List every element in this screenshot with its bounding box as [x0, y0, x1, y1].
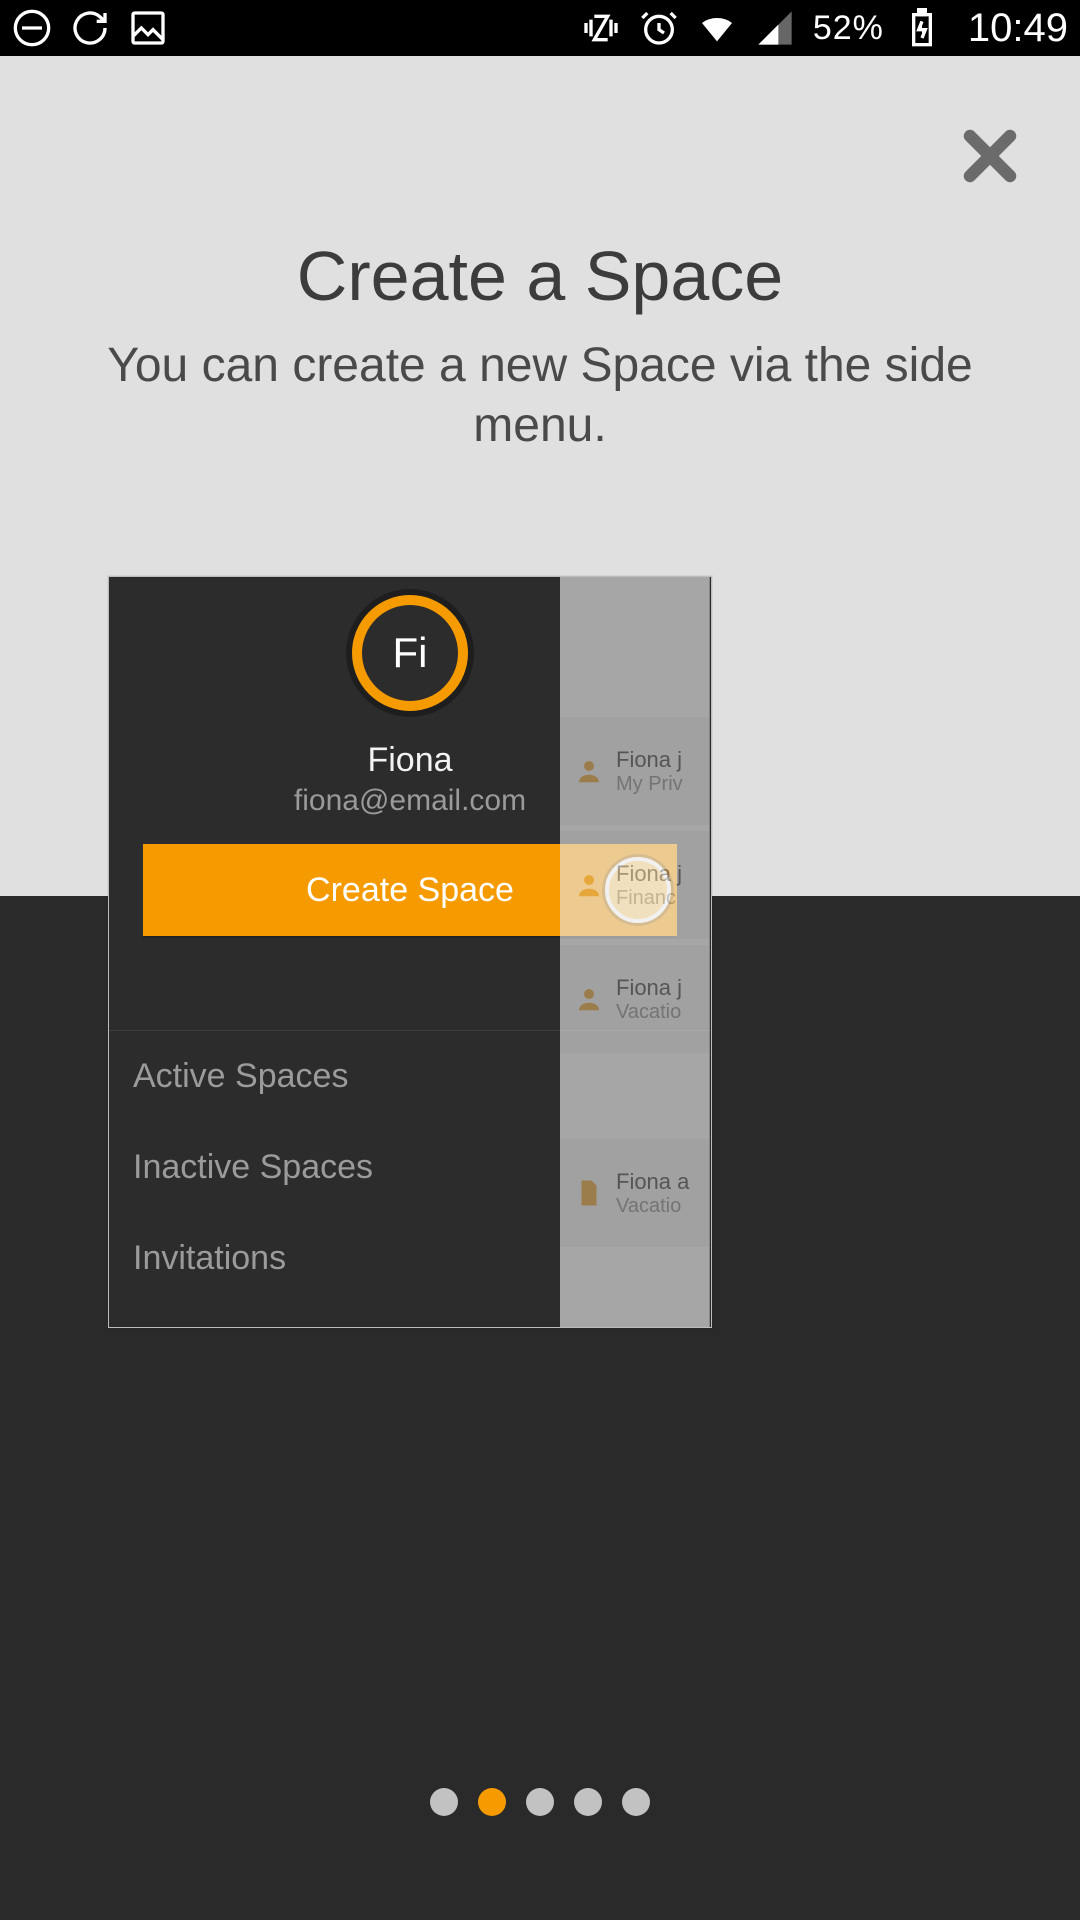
avatar-initials: Fi — [393, 629, 428, 677]
battery-percentage: 52% — [813, 9, 884, 48]
mock-right-panel: Fiona jMy PrivFiona jFinancFiona jVacati… — [560, 576, 710, 1328]
signal-icon — [755, 8, 795, 48]
sync-icon — [70, 8, 110, 48]
list-item-subtitle: My Priv — [616, 773, 683, 796]
alarm-icon — [639, 8, 679, 48]
list-item-title: Fiona j — [616, 747, 683, 773]
do-not-disturb-icon — [12, 8, 52, 48]
list-item-subtitle: Financ — [616, 887, 682, 910]
list-item[interactable]: Fiona aVacatio — [560, 1139, 709, 1247]
list-item[interactable]: Fiona jVacatio — [560, 945, 709, 1053]
list-item-subtitle: Vacatio — [616, 1195, 689, 1218]
avatar: Fi — [352, 595, 468, 711]
status-left-icons — [12, 8, 168, 48]
person-icon — [574, 984, 604, 1014]
list-item[interactable]: Fiona jMy Priv — [560, 717, 709, 825]
vibrate-icon — [581, 8, 621, 48]
create-space-button-label: Create Space — [306, 871, 514, 910]
battery-charging-icon — [902, 8, 942, 48]
status-right-icons: 52% 10:49 — [581, 6, 1068, 51]
list-item-title: Fiona j — [616, 975, 682, 1001]
android-status-bar: 52% 10:49 — [0, 0, 1080, 56]
status-clock: 10:49 — [968, 6, 1068, 51]
image-icon — [128, 8, 168, 48]
document-icon — [574, 1178, 604, 1208]
person-icon — [574, 870, 604, 900]
wifi-icon — [697, 8, 737, 48]
list-item-subtitle: Vacatio — [616, 1001, 682, 1024]
list-item-title: Fiona a — [616, 1169, 689, 1195]
list-item-title: Fiona j — [616, 861, 682, 887]
person-icon — [574, 756, 604, 786]
list-item[interactable]: Fiona jFinanc — [560, 831, 709, 939]
